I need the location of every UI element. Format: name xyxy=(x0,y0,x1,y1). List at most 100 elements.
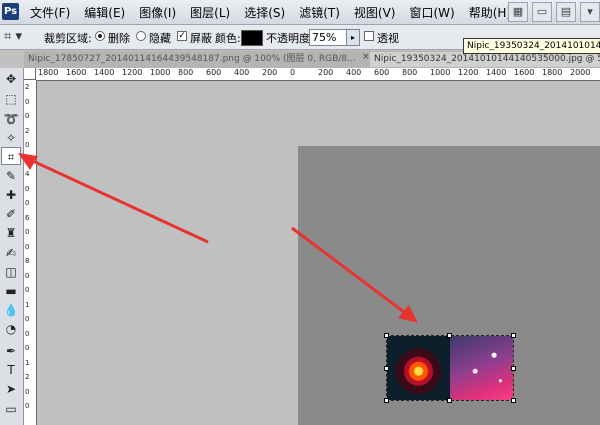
ruler-label: 2 xyxy=(25,83,30,91)
gradient-tool-icon[interactable]: ▬ xyxy=(1,282,21,300)
crop-tool-icon[interactable]: ⌗ xyxy=(1,147,21,165)
menu-select[interactable]: 选择(S) xyxy=(244,4,285,21)
menu-filter[interactable]: 滤镜(T) xyxy=(299,4,340,21)
crop-handle[interactable] xyxy=(384,398,389,403)
crop-handle[interactable] xyxy=(511,333,516,338)
blur-tool-icon[interactable]: 💧 xyxy=(1,301,21,319)
ruler-label: 0 xyxy=(25,329,30,338)
ruler-label: 0 xyxy=(25,97,30,106)
crop-handle[interactable] xyxy=(511,398,516,403)
crop-handle[interactable] xyxy=(384,333,389,338)
crop-area-label: 裁剪区域: xyxy=(44,32,92,45)
ruler-label: 0 xyxy=(25,242,30,251)
ruler-label: 8 xyxy=(25,257,30,265)
crop-handle[interactable] xyxy=(447,398,452,403)
ruler-label: 1000 xyxy=(430,68,451,77)
ruler-label: 0 xyxy=(25,184,30,193)
ruler-label: 1400 xyxy=(94,68,115,77)
lasso-tool-icon[interactable]: ➰ xyxy=(1,110,21,128)
toolbox: ✥ ⬚ ➰ ✧ ⌗ ✎ ✚ ✐ ♜ ✍ ◫ ▬ 💧 ◔ ✒ T ➤ ▭ xyxy=(0,68,24,425)
crop-tool-preset-icon[interactable]: ⌗ ▾ xyxy=(4,28,28,46)
hide-radio[interactable] xyxy=(136,31,146,41)
opacity-label: 不透明度: xyxy=(266,32,314,45)
photoshop-logo: Ps xyxy=(2,3,19,20)
arrange-icon[interactable]: ▤ xyxy=(556,2,576,22)
menu-image[interactable]: 图像(I) xyxy=(139,4,176,21)
brush-tool-icon[interactable]: ✐ xyxy=(1,205,21,223)
menu-layer[interactable]: 图层(L) xyxy=(190,4,230,21)
ruler-label: 400 xyxy=(234,68,250,77)
healing-brush-tool-icon[interactable]: ✚ xyxy=(1,186,21,204)
menu-window[interactable]: 窗口(W) xyxy=(409,4,454,21)
perspective-checkbox[interactable] xyxy=(364,31,374,41)
ruler-label: 200 xyxy=(262,68,278,77)
path-selection-tool-icon[interactable]: ➤ xyxy=(1,380,21,398)
perspective-label: 透视 xyxy=(377,32,399,45)
ruler-label: 1000 xyxy=(150,68,171,77)
ruler-label: 0 xyxy=(25,344,30,352)
shield-checkbox[interactable]: ✓ xyxy=(177,31,187,41)
pen-tool-icon[interactable]: ✒ xyxy=(1,342,21,360)
ruler-label: 1600 xyxy=(514,68,535,77)
ruler-label: 1200 xyxy=(122,68,143,77)
ruler-label: 4 xyxy=(25,170,30,178)
bridge-icon[interactable]: ▦ xyxy=(508,2,528,22)
dodge-tool-icon[interactable]: ◔ xyxy=(1,320,21,338)
crop-handle[interactable] xyxy=(511,366,516,371)
ruler-label: 0 xyxy=(25,315,30,323)
ruler-label: 0 xyxy=(25,228,30,236)
ruler-label: 1200 xyxy=(458,68,479,77)
rectangle-tool-icon[interactable]: ▭ xyxy=(1,400,21,418)
ruler-label: 200 xyxy=(318,68,334,77)
ruler-label: 6 xyxy=(25,213,30,222)
ruler-label: 0 xyxy=(290,68,296,77)
clone-stamp-tool-icon[interactable]: ♜ xyxy=(1,224,21,242)
hide-label: 隐藏 xyxy=(149,32,171,45)
tooltip: Nipic_19350324_20141010144 xyxy=(463,38,600,54)
crop-handle[interactable] xyxy=(384,366,389,371)
ruler-label: 1800 xyxy=(38,68,59,77)
ruler-label: 800 xyxy=(402,68,418,77)
ruler-label: 600 xyxy=(374,68,390,77)
crop-selection[interactable] xyxy=(384,333,516,403)
eyedropper-tool-icon[interactable]: ✎ xyxy=(1,167,21,185)
ruler-label: 400 xyxy=(346,68,362,77)
ruler-label: 1400 xyxy=(486,68,507,77)
ruler-label: 2 xyxy=(25,126,30,135)
menu-help[interactable]: 帮助(H) xyxy=(469,4,511,21)
crop-handle[interactable] xyxy=(447,333,452,338)
ruler-label: 2000 xyxy=(570,68,591,77)
ruler-label: 0 xyxy=(25,387,30,396)
menu-view[interactable]: 视图(V) xyxy=(354,4,396,21)
ruler-label: 1600 xyxy=(66,68,87,77)
close-icon[interactable]: × xyxy=(362,52,370,62)
ruler-label: 1 xyxy=(25,358,30,367)
shield-label: 屏蔽 xyxy=(190,32,212,45)
history-brush-tool-icon[interactable]: ✍ xyxy=(1,244,21,262)
marquee-tool-icon[interactable]: ⬚ xyxy=(1,90,21,108)
move-tool-icon[interactable]: ✥ xyxy=(1,70,21,88)
ruler-origin[interactable] xyxy=(24,68,36,80)
ruler-label: 0 xyxy=(25,271,30,280)
vertical-ruler: 2 0 0 2 0 0 4 0 0 6 0 0 8 0 0 1 0 0 0 1 2 0 0 xyxy=(24,80,37,425)
workspace-icon[interactable]: ▾ xyxy=(580,2,600,22)
magic-wand-tool-icon[interactable]: ✧ xyxy=(1,129,21,147)
opacity-dropdown-icon[interactable]: ▸ xyxy=(346,29,360,46)
type-tool-icon[interactable]: T xyxy=(1,361,21,379)
screen-mode-icon[interactable]: ▭ xyxy=(532,2,552,22)
delete-radio[interactable] xyxy=(95,31,105,41)
opacity-input[interactable]: 75% xyxy=(309,29,349,46)
tab-document-1[interactable]: Nipic_17850727_20140114164439548187.png … xyxy=(24,52,366,67)
ruler-label: 0 xyxy=(25,155,30,164)
flower-image xyxy=(387,336,450,400)
color-label: 颜色: xyxy=(215,32,241,45)
shield-color-swatch[interactable] xyxy=(241,30,263,46)
menu-edit[interactable]: 编辑(E) xyxy=(84,4,125,21)
menu-file[interactable]: 文件(F) xyxy=(30,4,70,21)
tab-document-2[interactable]: Nipic_19350324_20141010144140535000.jpg … xyxy=(370,52,600,67)
ruler-label: 0 xyxy=(25,286,30,294)
ruler-label: 0 xyxy=(25,199,30,207)
delete-label: 删除 xyxy=(108,32,130,45)
eraser-tool-icon[interactable]: ◫ xyxy=(1,263,21,281)
horizontal-ruler: 1800 1600 1400 1200 1000 800 600 400 200… xyxy=(36,68,600,81)
